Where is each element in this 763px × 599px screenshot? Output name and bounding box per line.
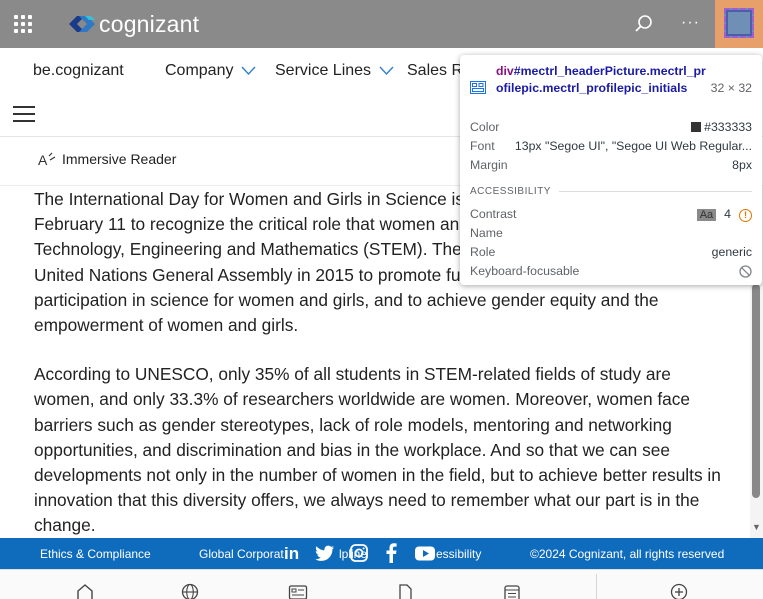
top-app-bar: cognizant ··· [0,0,763,48]
facebook-icon[interactable] [385,542,397,564]
bottom-tab-bar [0,569,763,599]
profile-picture[interactable] [724,8,754,38]
nav-item-company[interactable]: Company [165,62,256,80]
nav-item-label: Service Lines [275,62,372,79]
inspect-role-label: Role [470,245,496,259]
inspect-tag: div [496,64,514,78]
inspect-color-label: Color [470,120,500,134]
inspect-margin-value: 8px [732,158,752,172]
browser-viewport: { "header": { "brand": "cognizant", "col… [0,0,763,599]
hamburger-menu-icon[interactable] [13,106,35,122]
immersive-reader-label: Immersive Reader [62,151,177,167]
element-node-icon [470,81,486,94]
accessibility-heading: ACCESSIBILITY [470,186,752,197]
footer-link-global-corporate[interactable]: Global Corporat [199,547,284,561]
chevron-down-icon[interactable] [241,66,256,76]
footer-link-accessibility[interactable]: essibility [436,547,481,561]
cognizant-logo-mark-icon [69,16,95,32]
feed-icon[interactable] [502,582,522,599]
color-swatch-icon [691,122,702,132]
instagram-icon[interactable] [350,542,368,564]
search-icon[interactable] [633,13,655,35]
svg-text:in: in [284,544,299,562]
site-title[interactable]: be.cognizant [33,62,124,80]
brand-logo[interactable]: cognizant [67,9,199,39]
devtools-inspect-tooltip: div#mectrl_headerPicture.mectrl_profilep… [460,55,762,285]
home-icon[interactable] [75,582,95,599]
inspect-selector: div#mectrl_headerPicture.mectrl_profilep… [496,63,711,97]
scroll-down-arrow-icon[interactable]: ▼ [752,522,761,532]
inspect-row-name: Name [470,224,752,242]
more-icon[interactable]: ··· [681,14,700,32]
inspect-focusable-label: Keyboard-focusable [470,264,580,278]
not-focusable-icon [739,264,752,278]
add-icon[interactable] [669,582,689,599]
inspect-row-color: Color #333333 [470,118,752,136]
nav-item-label: Company [165,62,234,79]
site-footer: Ethics & Compliance Global Corporat lpli… [0,538,763,569]
inspect-role-value: generic [711,245,752,259]
chevron-down-icon[interactable] [379,66,394,76]
inspect-row-role: Role generic [470,243,752,261]
inspect-name-label: Name [470,226,503,240]
app-launcher-icon[interactable] [14,15,32,33]
document-icon[interactable] [395,582,415,599]
scrollbar-thumb[interactable] [752,284,760,498]
inspect-row-margin: Margin 8px [470,156,752,174]
profile-picture-highlight[interactable] [715,0,763,48]
svg-text:A: A [38,152,48,167]
inspect-row-font: Font 13px "Segoe UI", "Segoe UI Web Regu… [470,137,752,155]
immersive-reader-button[interactable]: A Immersive Reader [38,151,176,167]
nav-item-service-lines[interactable]: Service Lines [275,62,394,80]
footer-link-ethics[interactable]: Ethics & Compliance [40,547,151,561]
immersive-reader-icon: A [38,152,56,167]
news-icon[interactable] [288,582,308,599]
inspect-row-contrast: Contrast Aa 4! [470,205,752,223]
divider [596,574,597,599]
inspect-contrast-label: Contrast [470,207,517,221]
inspect-color-value: #333333 [704,120,752,134]
brand-name: cognizant [99,10,200,37]
globe-icon[interactable] [180,582,200,599]
warning-icon: ! [739,208,752,222]
inspect-selector-text: #mectrl_headerPicture.mectrl_profilepic.… [496,64,706,95]
inspect-dimensions: 32 × 32 [710,81,752,95]
youtube-icon[interactable] [415,542,435,564]
linkedin-icon[interactable]: in [284,542,303,564]
inspect-margin-label: Margin [470,158,508,172]
twitter-icon[interactable] [315,542,335,564]
accessibility-heading-label: ACCESSIBILITY [470,186,551,197]
footer-copyright: ©2024 Cognizant, all rights reserved [530,547,725,561]
inspect-font-value: 13px "Segoe UI", "Segoe UI Web Regular..… [514,139,752,153]
inspect-row-focusable: Keyboard-focusable [470,262,752,280]
inspect-font-label: Font [470,139,495,153]
inspect-contrast-value: 4 [724,206,731,221]
article-paragraph: According to UNESCO, only 35% of all stu… [34,364,721,536]
contrast-sample: Aa [696,208,717,221]
